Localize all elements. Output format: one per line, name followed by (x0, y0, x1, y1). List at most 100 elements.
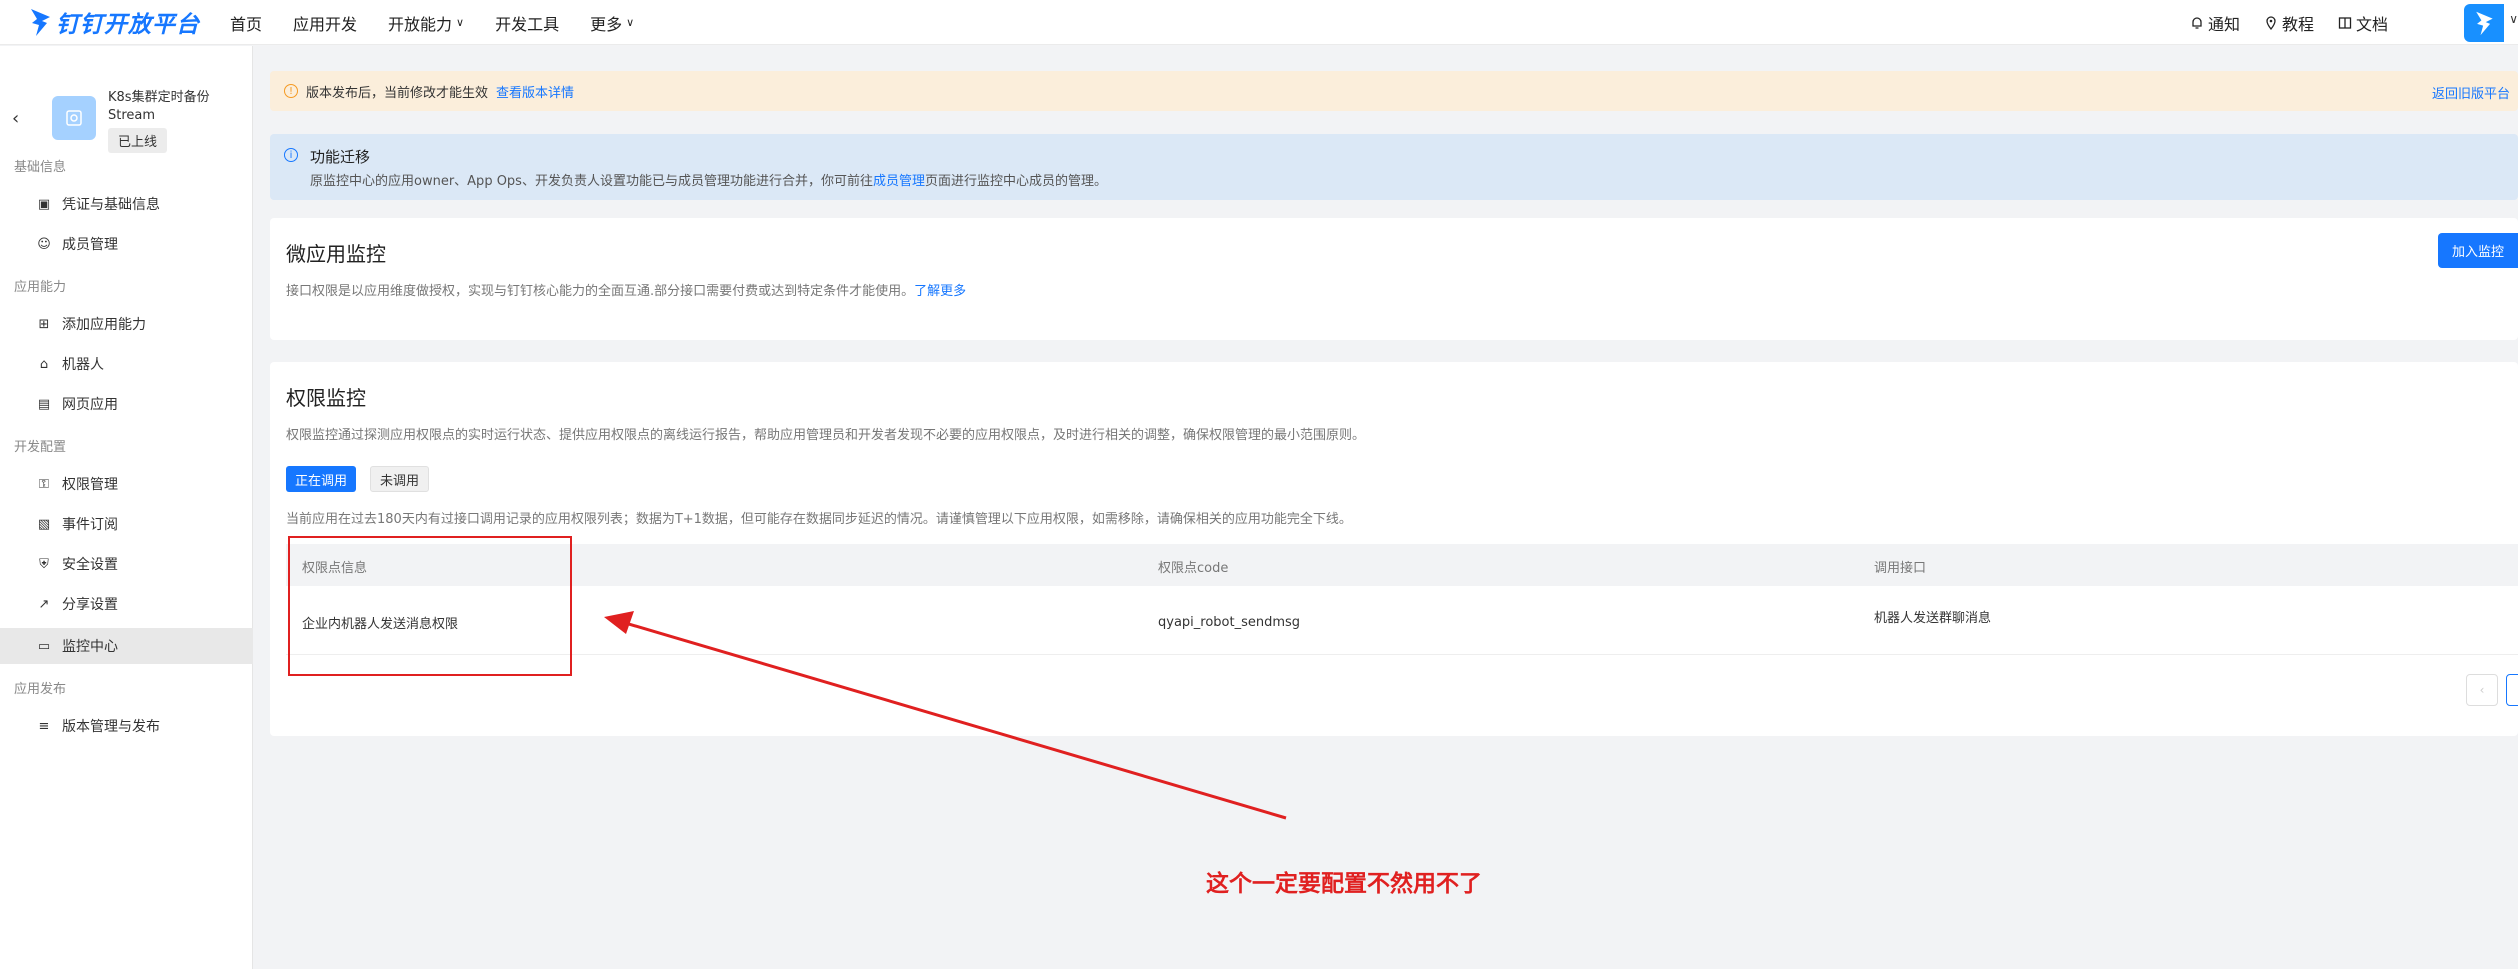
info-title: 功能迁移 (310, 148, 371, 166)
cell-perm-code: qyapi_robot_sendmsg (1158, 615, 1301, 630)
col-api: 调用接口 (1874, 561, 1927, 576)
learn-more-link[interactable]: 了解更多 (914, 284, 966, 299)
annotation-highlight-box (288, 536, 572, 676)
sidebar-item-label: 成员管理 (62, 237, 118, 253)
book-icon (2338, 16, 2352, 29)
nav-open-ability[interactable]: 开放能力 ∨ (388, 11, 464, 35)
perm-monitor-desc: 权限监控通过探测应用权限点的实时运行状态、提供应用权限点的离线运行报告，帮助应用… (286, 428, 1366, 443)
sidebar-item-version[interactable]: ≡ 版本管理与发布 (0, 708, 253, 744)
sidebar-item-add-ability[interactable]: ⊞ 添加应用能力 (0, 306, 253, 342)
sidebar-item-permission[interactable]: ⚿ 权限管理 (0, 466, 253, 502)
info-desc-tail: 页面进行监控中心成员的管理。 (924, 174, 1107, 189)
sidebar-item-label: 版本管理与发布 (62, 719, 160, 735)
info-desc: 原监控中心的应用owner、App Ops、开发负责人设置功能已与成员管理功能进… (310, 170, 1107, 189)
release-notice-banner: ! 版本发布后，当前修改才能生效 查看版本详情 返回旧版平台 (270, 71, 2518, 111)
sidebar-item-web-app[interactable]: ▤ 网页应用 (0, 386, 253, 422)
app-icon (52, 96, 96, 140)
status-badge: 已上线 (108, 128, 168, 153)
chevron-down-icon: ∨ (456, 16, 465, 29)
sidebar-item-share[interactable]: ↗ 分享设置 (0, 586, 253, 622)
logo-text: 钉钉开放平台 (56, 12, 200, 38)
back-to-old-platform-link[interactable]: 返回旧版平台 (2432, 83, 2510, 102)
micro-app-monitor-card: 微应用监控 接口权限是以应用维度做授权，实现与钉钉核心能力的全面互通.部分接口需… (270, 218, 2518, 340)
group-release: 应用发布 (14, 682, 67, 697)
group-dev-config: 开发配置 (14, 440, 67, 455)
micro-monitor-desc-text: 接口权限是以应用维度做授权，实现与钉钉核心能力的全面互通.部分接口需要付费或达到… (286, 284, 915, 299)
docs-label: 文档 (2355, 14, 2388, 34)
app-name: K8s集群定时备份 (108, 90, 210, 105)
sidebar-item-label: 添加应用能力 (62, 317, 146, 333)
group-app-ability: 应用能力 (14, 280, 67, 295)
header-actions: 通知 教程 文档 (2190, 0, 2388, 45)
table-row: 企业内机器人发送消息权限 qyapi_robot_sendmsg 机器人发送群聊… (286, 587, 2518, 655)
nav-more[interactable]: 更多 ∨ (590, 11, 634, 35)
chevron-down-icon: ∨ (2509, 12, 2518, 26)
table-header: 权限点信息 权限点code 调用接口 (286, 544, 2518, 586)
member-manage-link[interactable]: 成员管理 (873, 174, 925, 189)
user-icon: ☺ (37, 236, 51, 252)
notify-button[interactable]: 通知 (2190, 11, 2240, 35)
tutorial-button[interactable]: 教程 (2264, 11, 2314, 35)
browser-icon: ▤ (37, 396, 51, 412)
sidebar-item-credentials[interactable]: ▣ 凭证与基础信息 (0, 186, 253, 222)
cell-api: 机器人发送群聊消息 (1874, 611, 1992, 626)
sidebar: ‹ K8s集群定时备份 Stream 已上线 基础信息 ▣ 凭证与基础信息 ☺ … (0, 46, 253, 969)
user-avatar-menu[interactable]: ∨ (2464, 0, 2518, 45)
dingtalk-logo-icon (31, 9, 50, 36)
sidebar-item-label: 机器人 (62, 357, 104, 373)
nav-home[interactable]: 首页 (230, 11, 262, 35)
sidebar-item-label: 分享设置 (62, 597, 118, 613)
col-perm-code: 权限点code (1158, 561, 1229, 576)
dingtalk-logo[interactable]: 钉钉开放平台 (28, 4, 200, 40)
join-monitor-button[interactable]: 加入监控 (2437, 233, 2518, 268)
pager-prev-button[interactable]: ‹ (2466, 674, 2498, 706)
nav-app-dev-label: 应用开发 (293, 14, 358, 34)
group-basic-info: 基础信息 (14, 160, 67, 175)
sidebar-item-label: 凭证与基础信息 (62, 197, 160, 213)
nav-app-dev[interactable]: 应用开发 (293, 11, 357, 35)
tab-calling[interactable]: 正在调用 (286, 466, 357, 492)
robot-icon: ⌂ (39, 356, 49, 372)
nav-home-label: 首页 (230, 14, 263, 34)
sidebar-item-label: 事件订阅 (62, 517, 118, 533)
pager-page-1[interactable]: 1 (2506, 674, 2518, 706)
nav-dev-tools[interactable]: 开发工具 (495, 11, 559, 35)
location-pin-icon (2266, 15, 2276, 30)
back-arrow-icon[interactable]: ‹ (12, 108, 19, 129)
main-nav: 首页 应用开发 开放能力 ∨ 开发工具 更多 ∨ (230, 0, 665, 45)
annotation-text: 这个一定要配置不然用不了 (1206, 871, 1482, 897)
micro-monitor-title: 微应用监控 (286, 242, 386, 266)
info-icon: i (284, 148, 298, 162)
nav-more-label: 更多 (590, 14, 623, 34)
avatar (2464, 4, 2504, 42)
warning-icon: ! (284, 84, 298, 98)
notify-label: 通知 (2207, 14, 2240, 34)
notice-text: 版本发布后，当前修改才能生效 (306, 85, 489, 101)
lock-icon: ⚿ (39, 476, 49, 492)
sidebar-item-label: 监控中心 (62, 639, 118, 655)
perm-monitor-title: 权限监控 (286, 386, 366, 410)
nav-open-ability-label: 开放能力 (388, 14, 453, 34)
sidebar-item-members[interactable]: ☺ 成员管理 (0, 226, 253, 262)
grid-add-icon: ⊞ (38, 316, 50, 332)
tab-not-calling[interactable]: 未调用 (370, 466, 430, 492)
tutorial-label: 教程 (2281, 14, 2314, 34)
bell-icon (2192, 16, 2202, 29)
micro-monitor-desc: 接口权限是以应用维度做授权，实现与钉钉核心能力的全面互通.部分接口需要付费或达到… (286, 280, 966, 299)
docs-button[interactable]: 文档 (2338, 11, 2388, 35)
share-icon: ↗ (38, 596, 50, 612)
sidebar-item-security[interactable]: ⛨ 安全设置 (0, 546, 253, 582)
app-card: ‹ K8s集群定时备份 Stream 已上线 (0, 66, 253, 166)
perm-list-note: 当前应用在过去180天内有过接口调用记录的应用权限列表；数据为T+1数据，但可能… (286, 512, 1352, 527)
dingtalk-avatar-icon (2476, 11, 2493, 36)
sidebar-item-robot[interactable]: ⌂ 机器人 (0, 346, 253, 382)
sidebar-item-monitor[interactable]: ▭ 监控中心 (0, 628, 253, 664)
layers-icon: ≡ (38, 718, 50, 734)
sidebar-item-label: 安全设置 (62, 557, 118, 573)
view-version-link[interactable]: 查看版本详情 (496, 82, 574, 101)
migration-info-banner: i 功能迁移 原监控中心的应用owner、App Ops、开发负责人设置功能已与… (270, 134, 2518, 200)
credential-icon: ▣ (37, 196, 51, 212)
monitor-icon: ▭ (37, 638, 51, 654)
sidebar-item-event[interactable]: ▧ 事件订阅 (0, 506, 253, 542)
app-type: Stream (108, 108, 156, 123)
